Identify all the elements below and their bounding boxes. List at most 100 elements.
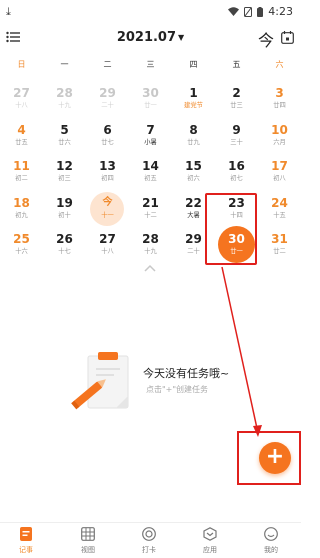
month-selector[interactable]: 2021.07 ▼ xyxy=(0,30,301,45)
day-number: 9 xyxy=(232,122,241,137)
day-number: 7 xyxy=(146,122,155,137)
nav-item-view[interactable]: 视图 xyxy=(58,527,118,555)
calendar-day[interactable]: 16 初七 xyxy=(215,157,258,190)
lunar-date: 十八 xyxy=(101,247,114,255)
calendar-day[interactable]: 8 廿九 xyxy=(172,121,215,154)
battery-icon xyxy=(257,6,264,17)
nav-item-profile[interactable]: 我的 xyxy=(241,527,301,555)
calendar-day[interactable]: 11 初二 xyxy=(0,157,43,190)
lunar-date: 十七 xyxy=(58,247,71,255)
lunar-date: 十八 xyxy=(15,101,28,109)
lunar-date: 二十 xyxy=(101,101,114,109)
clipboard-illustration xyxy=(71,352,129,410)
day-number: 28 xyxy=(56,86,73,100)
lunar-date: 廿九 xyxy=(187,137,200,146)
day-number: 6 xyxy=(103,122,112,137)
nav-item-apps[interactable]: 应用 xyxy=(180,527,240,555)
weekday-header: 日 一 二 三 四 五 六 xyxy=(0,59,301,73)
day-number: 27 xyxy=(99,232,116,246)
lunar-date: 初五 xyxy=(144,174,157,182)
day-number: 1 xyxy=(189,86,198,100)
day-number: 21 xyxy=(142,195,159,210)
day-number: 8 xyxy=(189,122,198,137)
calendar-day[interactable]: 24 十五 xyxy=(258,194,301,227)
top-bar: 2021.07 ▼ 今 xyxy=(0,24,301,52)
calendar-day[interactable]: 2 廿三 xyxy=(215,84,258,117)
calendar-day[interactable]: 25 十六 xyxy=(0,230,43,263)
calendar-day[interactable]: 3 廿四 xyxy=(258,84,301,117)
calendar-day[interactable]: 28 十九 xyxy=(129,230,172,263)
day-number: 15 xyxy=(185,159,202,173)
day-number: 28 xyxy=(142,232,159,246)
calendar-day[interactable]: 30 廿一 xyxy=(129,84,172,117)
lunar-date: 初四 xyxy=(101,174,114,182)
calendar-day[interactable]: 29 二十 xyxy=(86,84,129,117)
day-number: 3 xyxy=(275,86,284,100)
lunar-date: 廿三 xyxy=(230,101,243,109)
chevron-up-icon[interactable] xyxy=(143,264,157,272)
lunar-date: 初九 xyxy=(15,210,28,219)
day-number: 12 xyxy=(56,159,73,173)
calendar-icon[interactable] xyxy=(281,31,294,44)
calendar-day-today[interactable]: 今十一 xyxy=(86,191,129,227)
today-button[interactable]: 今 xyxy=(258,27,274,51)
lunar-date: 十五 xyxy=(273,210,286,219)
lunar-date: 初二 xyxy=(15,174,28,182)
calendar-day[interactable]: 26 十七 xyxy=(43,230,86,263)
calendar-day[interactable]: 28 十九 xyxy=(43,84,86,117)
nav-item-notes[interactable]: 记事 xyxy=(0,527,56,555)
nav-label-notes: 记事 xyxy=(19,546,33,554)
annotation-highlight-selected-date xyxy=(205,193,257,265)
calendar-day[interactable]: 31 廿二 xyxy=(258,230,301,263)
calendar-day[interactable]: 13 初四 xyxy=(86,157,129,190)
lunar-date: 建党节 xyxy=(184,101,203,109)
calendar-day[interactable]: 14 初五 xyxy=(129,157,172,190)
lunar-date: 廿七 xyxy=(101,137,114,146)
day-number: 24 xyxy=(271,195,288,210)
calendar-day[interactable]: 18 初九 xyxy=(0,194,43,227)
lunar-date: 廿二 xyxy=(273,247,286,255)
weekday-tue: 二 xyxy=(103,60,112,69)
calendar-day[interactable]: 27 十八 xyxy=(86,230,129,263)
nav-label-view: 视图 xyxy=(81,546,95,554)
calendar-day[interactable]: 17 初八 xyxy=(258,157,301,190)
calendar-day[interactable]: 5 廿六 xyxy=(43,121,86,154)
day-number: 5 xyxy=(60,122,69,137)
day-number: 29 xyxy=(99,86,116,100)
day-number: 17 xyxy=(271,159,288,173)
weekday-wed: 三 xyxy=(146,60,155,69)
bottom-nav: 记事 视图 打卡 应用 我的 xyxy=(0,522,301,558)
lunar-date: 十六 xyxy=(15,247,28,255)
weekday-fri: 五 xyxy=(232,60,241,69)
lunar-date: 初三 xyxy=(58,174,71,182)
nav-label-profile: 我的 xyxy=(264,546,278,554)
calendar-day[interactable]: 27 十八 xyxy=(0,84,43,117)
day-number: 27 xyxy=(13,86,30,100)
day-number: 30 xyxy=(142,86,159,100)
day-number: 今 xyxy=(102,196,113,208)
empty-state-hint: 点击"+"创建任务 xyxy=(146,385,209,394)
calendar-day[interactable]: 4 廿五 xyxy=(0,121,43,154)
nav-item-checkin[interactable]: 打卡 xyxy=(119,527,179,555)
add-task-button[interactable]: + xyxy=(259,442,291,474)
calendar-day[interactable]: 9 三十 xyxy=(215,121,258,154)
lunar-date: 十二 xyxy=(144,210,157,219)
weekday-sat: 六 xyxy=(275,60,284,69)
weekday-sun: 日 xyxy=(17,60,26,69)
calendar-day[interactable]: 15 初六 xyxy=(172,157,215,190)
calendar-day[interactable]: 7 小暑 xyxy=(129,121,172,154)
lunar-date: 初七 xyxy=(230,174,243,182)
calendar-day[interactable]: 1 建党节 xyxy=(172,84,215,117)
sim-icon xyxy=(244,6,253,17)
grid-view-icon xyxy=(81,527,95,541)
calendar-day[interactable]: 10 六月 xyxy=(258,121,301,154)
calendar-day[interactable]: 21 十二 xyxy=(129,194,172,227)
status-time: 4:23 xyxy=(268,5,293,18)
lunar-date: 初六 xyxy=(187,174,200,182)
calendar-day[interactable]: 12 初三 xyxy=(43,157,86,190)
lunar-date: 小暑 xyxy=(144,137,157,146)
day-number: 10 xyxy=(271,122,288,137)
status-icons: 4:23 xyxy=(228,5,293,18)
calendar-day[interactable]: 19 初十 xyxy=(43,194,86,227)
calendar-day[interactable]: 6 廿七 xyxy=(86,121,129,154)
